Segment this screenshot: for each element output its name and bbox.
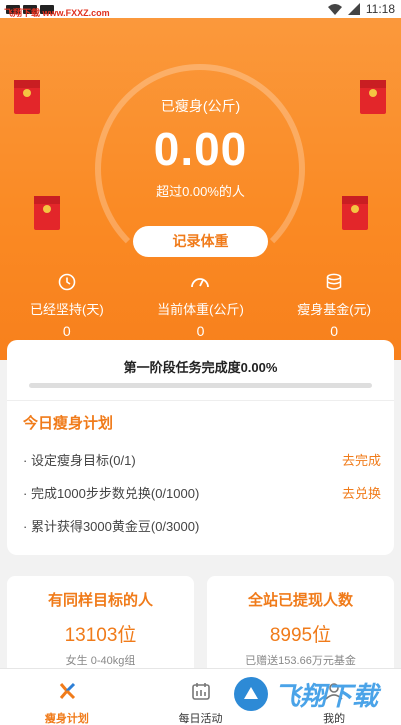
stat-fund-value: 0 — [330, 323, 339, 339]
stat-days-value: 0 — [62, 323, 71, 339]
task-item: · 累计获得3000黄金豆(0/3000) — [23, 516, 381, 536]
coins-icon — [326, 273, 342, 290]
divider — [7, 400, 394, 401]
withdraw-title: 全站已提现人数 — [247, 592, 353, 609]
red-envelope-icon[interactable] — [34, 196, 60, 230]
tab-plan-label: 瘦身计划 — [44, 713, 89, 725]
task-card: 第一阶段任务完成度0.00% 今日瘦身计划 · 设定瘦身目标(0/1) 去完成 … — [7, 340, 394, 555]
stat-weight-value: 0 — [196, 323, 205, 339]
stage-progress-title: 第一阶段任务完成度0.00% — [123, 360, 278, 375]
same-goal-group: 女生 0-40kg组 — [65, 655, 136, 667]
stat-fund[interactable]: 瘦身基金(元) 0 — [269, 272, 399, 339]
wifi-icon — [327, 3, 342, 15]
stat-days[interactable]: 已经坚持(天) 0 — [2, 272, 132, 339]
task-label: · 完成1000步步数兑换(0/1000) — [23, 486, 200, 501]
withdraw-count: 8995位 — [269, 625, 332, 646]
status-bar: 飞翔下载 www.FXXZ.com 11:18 — [0, 0, 401, 18]
withdraw-fund: 已赠送153.66万元基金 — [245, 655, 356, 667]
stats-row: 已经坚持(天) 0 当前体重(公斤) 0 瘦身基金(元) 0 — [0, 272, 401, 339]
exceed-percent-text: 超过0.00%的人 — [156, 184, 245, 199]
plan-title: 今日瘦身计划 — [23, 415, 114, 432]
same-goal-title: 有同样目标的人 — [47, 592, 153, 609]
stage-progress-bar — [29, 383, 372, 388]
clock-icon — [58, 273, 76, 291]
stat-days-label: 已经坚持(天) — [29, 302, 104, 317]
red-envelope-icon[interactable] — [342, 196, 368, 230]
stat-weight-label: 当前体重(公斤) — [157, 302, 244, 317]
stat-weight[interactable]: 当前体重(公斤) 0 — [135, 272, 265, 339]
watermark-brand: 飞翔下载 — [274, 680, 379, 711]
lost-weight-value: 0.00 — [153, 123, 248, 175]
signal-icon — [347, 3, 360, 15]
exchange-steps-button[interactable]: 去兑换 — [342, 483, 381, 503]
gauge-icon — [191, 278, 210, 288]
status-time: 11:18 — [365, 2, 395, 16]
plan-icon — [59, 682, 75, 700]
watermark-text: 飞翔下载 www.FXXZ.com — [4, 8, 110, 18]
stat-fund-label: 瘦身基金(元) — [297, 302, 371, 317]
calendar-icon — [191, 683, 210, 700]
tab-plan[interactable]: 瘦身计划 — [0, 669, 134, 725]
lost-weight-label: 已瘦身(公斤) — [160, 98, 241, 114]
record-weight-button[interactable]: 记录体重 — [133, 226, 268, 257]
task-label: · 设定瘦身目标(0/1) — [23, 453, 136, 468]
fxxz-logo-icon — [234, 677, 268, 711]
complete-task-button[interactable]: 去完成 — [342, 450, 381, 470]
same-goal-count: 13103位 — [64, 625, 137, 646]
task-item: · 设定瘦身目标(0/1) 去完成 — [23, 450, 381, 470]
task-label: · 累计获得3000黄金豆(0/3000) — [23, 519, 200, 534]
watermark-logo: 飞翔下载 — [234, 672, 394, 716]
task-item: · 完成1000步步数兑换(0/1000) 去兑换 — [23, 483, 381, 503]
